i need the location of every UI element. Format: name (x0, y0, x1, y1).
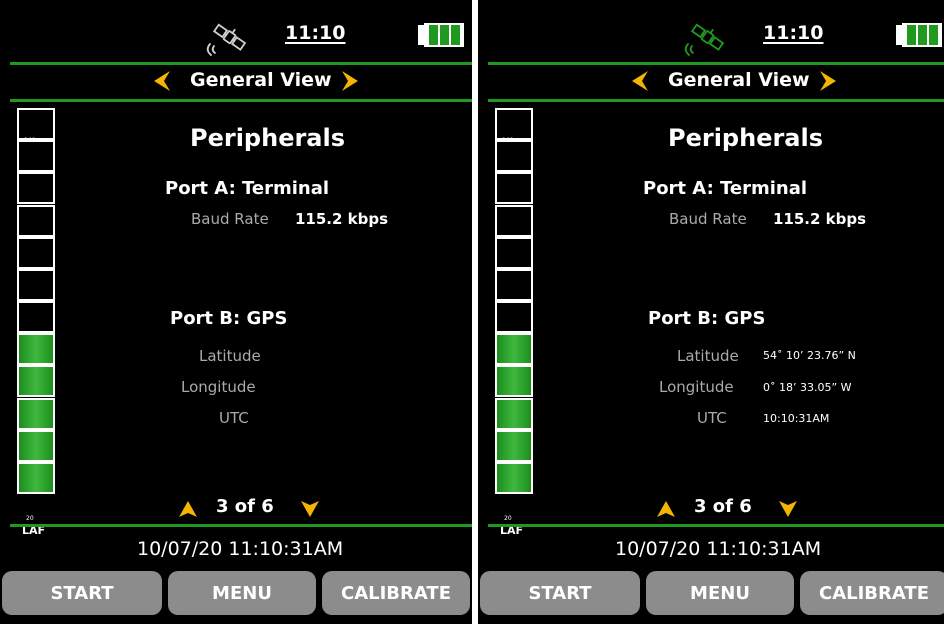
satellite-icon (206, 23, 247, 56)
arrow-down-icon[interactable] (778, 499, 798, 519)
meter-cell (17, 172, 55, 205)
port-a-title: Port A: Terminal (643, 178, 808, 199)
meter-cell (17, 140, 55, 173)
meter-cell (17, 301, 55, 334)
divider (10, 99, 472, 102)
page-title: Peripherals (668, 124, 824, 152)
latitude-label: Latitude (677, 347, 739, 365)
chevron-left-icon[interactable] (628, 68, 650, 94)
utc-label: UTC (219, 409, 249, 427)
level-meter: 140 (495, 108, 533, 494)
utc-value: 10:10:31AM (763, 412, 830, 425)
date-time-readout: 10/07/20 11:10:31AM (137, 538, 344, 560)
battery-bar (918, 25, 927, 45)
divider (488, 524, 944, 527)
view-selector: General View (0, 64, 472, 98)
page-title: Peripherals (190, 124, 346, 152)
calibrate-button[interactable]: CALIBRATE (800, 571, 944, 615)
meter-cell (495, 172, 533, 205)
view-selector: General View (478, 64, 944, 98)
battery-bar (429, 25, 438, 45)
meter-cell (495, 365, 533, 398)
baud-rate-label: Baud Rate (191, 210, 269, 228)
meter-cell (495, 108, 533, 141)
pager: 3 of 6 (0, 496, 472, 522)
port-a-title: Port A: Terminal (165, 178, 330, 199)
baud-rate-value: 115.2 kbps (773, 210, 867, 228)
page-indicator: 3 of 6 (694, 496, 752, 517)
baud-rate-label: Baud Rate (669, 210, 747, 228)
calibrate-button[interactable]: CALIBRATE (322, 571, 470, 615)
meter-cell (495, 204, 533, 237)
meter-top-label: 140 (502, 137, 514, 144)
start-button[interactable]: START (2, 571, 162, 615)
view-title: General View (190, 69, 332, 91)
status-bar: 11:10 (0, 0, 472, 62)
meter-cell (495, 268, 533, 301)
latitude-label: Latitude (199, 347, 261, 365)
port-b-title: Port B: GPS (648, 308, 766, 329)
meter-cell (495, 140, 533, 173)
longitude-label: Longitude (659, 378, 734, 396)
arrow-down-icon[interactable] (300, 499, 320, 519)
meter-cell (495, 301, 533, 334)
meter-cell (495, 333, 533, 366)
menu-button[interactable]: MENU (646, 571, 794, 615)
clock-time: 11:10 (285, 22, 346, 44)
meter-cell (17, 429, 55, 462)
port-b-title: Port B: GPS (170, 308, 288, 329)
meter-cell (495, 461, 533, 494)
meter-cell (495, 236, 533, 269)
chevron-left-icon[interactable] (150, 68, 172, 94)
meter-cell (17, 461, 55, 494)
chevron-right-icon[interactable] (818, 68, 840, 94)
status-bar: 11:10 (478, 0, 944, 62)
battery-bar (440, 25, 449, 45)
meter-cell (17, 108, 55, 141)
longitude-label: Longitude (181, 378, 256, 396)
view-title: General View (668, 69, 810, 91)
meter-cell (17, 397, 55, 430)
divider (10, 524, 472, 527)
battery-bar (929, 25, 938, 45)
meter-cell (17, 268, 55, 301)
meter-cell (17, 365, 55, 398)
device-screen-left: 11:10 General View 140 20 LAF Peripheral… (0, 0, 472, 624)
page-indicator: 3 of 6 (216, 496, 274, 517)
utc-label: UTC (697, 409, 727, 427)
date-time-readout: 10/07/20 11:10:31AM (615, 538, 822, 560)
arrow-up-icon[interactable] (656, 499, 676, 519)
baud-rate-value: 115.2 kbps (295, 210, 389, 228)
battery-icon (418, 23, 464, 47)
menu-button[interactable]: MENU (168, 571, 316, 615)
start-button[interactable]: START (480, 571, 640, 615)
arrow-up-icon[interactable] (178, 499, 198, 519)
meter-cell (17, 333, 55, 366)
battery-icon (896, 23, 942, 47)
latitude-value: 54˚ 10’ 23.76” N (763, 349, 856, 362)
divider (488, 99, 944, 102)
device-screen-right: 11:10 General View 140 20 LAF Peripheral… (478, 0, 944, 624)
level-meter: 140 (17, 108, 55, 494)
satellite-icon (684, 23, 725, 56)
longitude-value: 0˚ 18’ 33.05” W (763, 381, 852, 394)
battery-bar (451, 25, 460, 45)
meter-cell (17, 236, 55, 269)
clock-time: 11:10 (763, 22, 824, 44)
battery-bar (907, 25, 916, 45)
meter-cell (495, 429, 533, 462)
meter-cell (17, 204, 55, 237)
meter-top-label: 140 (24, 137, 36, 144)
chevron-right-icon[interactable] (340, 68, 362, 94)
meter-cell (495, 397, 533, 430)
pager: 3 of 6 (478, 496, 944, 522)
